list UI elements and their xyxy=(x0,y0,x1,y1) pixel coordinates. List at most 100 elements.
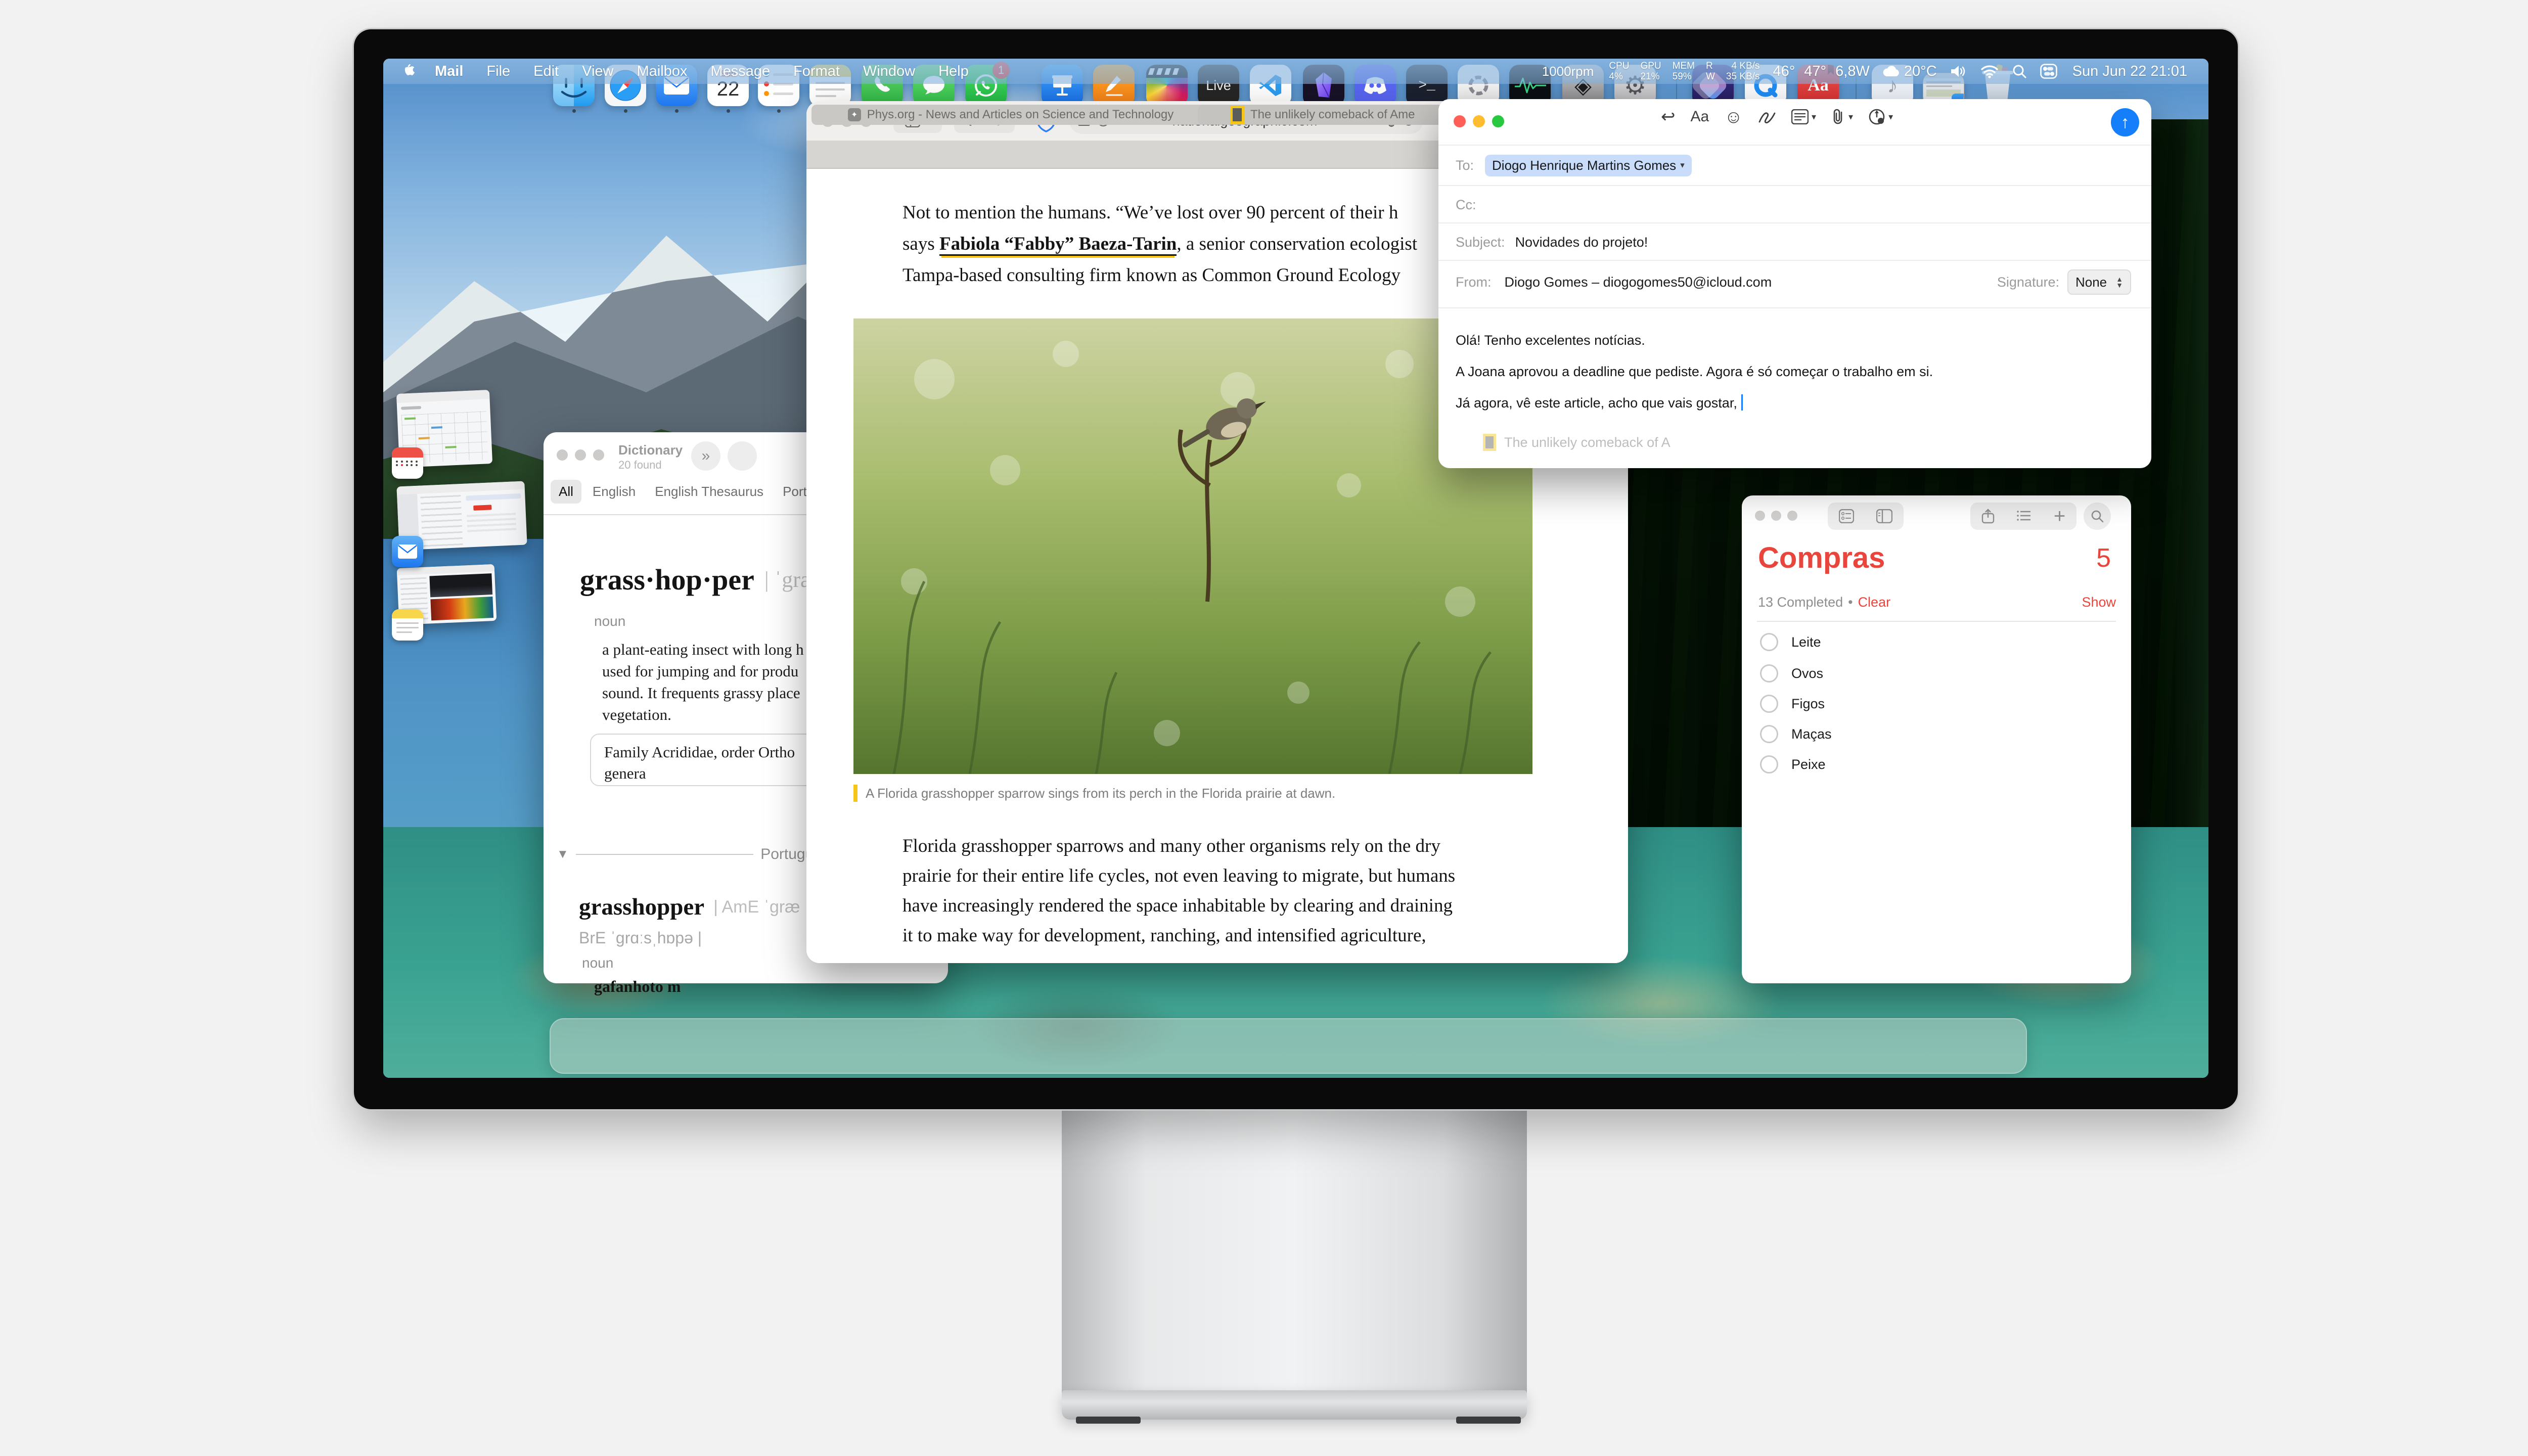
dictionary-close-button[interactable] xyxy=(557,449,568,461)
send-later-icon[interactable]: ▾ xyxy=(1868,108,1893,125)
menu-clock[interactable]: Sun Jun 22 21:01 xyxy=(2072,63,2187,80)
dictionary-pron-ame: | AmE ˈgræ xyxy=(713,897,800,917)
status-mem[interactable]: MEM59% xyxy=(1673,61,1695,82)
mail-zoom-button[interactable] xyxy=(1492,115,1504,127)
send-button[interactable]: ↑ xyxy=(2111,108,2139,136)
markup-icon[interactable] xyxy=(1758,109,1776,125)
dictionary-pos2: noun xyxy=(582,955,613,971)
article-link[interactable]: Fabiola “Fabby” Baeza-Tarin xyxy=(939,234,1177,256)
to-field[interactable]: To: Diogo Henrique Martins Gomes▾ xyxy=(1456,152,1692,179)
signature-label: Signature: xyxy=(1997,275,2059,290)
notes-mini-icon[interactable] xyxy=(392,609,423,641)
list-view-icon[interactable] xyxy=(1839,509,1854,523)
recipient-token[interactable]: Diogo Henrique Martins Gomes▾ xyxy=(1485,155,1692,176)
menu-help[interactable]: Help xyxy=(938,63,969,80)
reminder-checkbox[interactable] xyxy=(1760,664,1778,682)
clear-button[interactable]: Clear xyxy=(1858,595,1891,610)
emoji-icon[interactable]: ☺ xyxy=(1724,106,1743,127)
mail-close-button[interactable] xyxy=(1454,115,1466,127)
mail-compose-window: ↩ Aa ☺ ▾ ▾ ▾ ↑ To: Diogo Henrique Martin… xyxy=(1438,99,2151,468)
wifi-icon[interactable] xyxy=(1980,64,1999,78)
natgeo-favicon xyxy=(1483,434,1496,451)
reminder-item[interactable]: Peixe xyxy=(1760,755,1826,774)
tab-physorg[interactable]: ✦ Phys.org - News and Articles on Scienc… xyxy=(811,105,1210,125)
reminders-zoom-button[interactable] xyxy=(1787,511,1797,521)
share-icon[interactable] xyxy=(1981,509,1995,524)
status-temp1[interactable]: 46° xyxy=(1773,63,1795,80)
sort-list-icon[interactable] xyxy=(2016,510,2032,523)
dictionary-minimize-button[interactable] xyxy=(575,449,586,461)
dictionary-tab-english[interactable]: English xyxy=(584,480,644,504)
reminder-checkbox[interactable] xyxy=(1760,755,1778,774)
control-center-icon[interactable] xyxy=(2040,64,2057,79)
section-collapse-triangle[interactable]: ▼ xyxy=(557,847,569,861)
undo-icon[interactable]: ↩ xyxy=(1661,107,1676,127)
status-weather-temp[interactable]: 20°C xyxy=(1904,63,1937,80)
column-view-icon[interactable] xyxy=(1876,509,1892,523)
menu-file[interactable]: File xyxy=(486,63,510,80)
dictionary-tab-thesaurus[interactable]: English Thesaurus xyxy=(647,480,772,504)
menu-message[interactable]: Message xyxy=(710,63,770,80)
menu-edit[interactable]: Edit xyxy=(533,63,559,80)
calendar-mini-icon[interactable] xyxy=(392,447,423,479)
menu-format[interactable]: Format xyxy=(793,63,840,80)
menu-mailbox[interactable]: Mailbox xyxy=(637,63,687,80)
reminder-checkbox[interactable] xyxy=(1760,725,1778,743)
article-paragraph-line: Florida grasshopper sparrows and many ot… xyxy=(902,831,1628,861)
reminder-item[interactable]: Maças xyxy=(1760,725,1832,743)
reminder-item[interactable]: Figos xyxy=(1760,695,1825,713)
reminders-minimize-button[interactable] xyxy=(1771,511,1781,521)
reminder-item[interactable]: Ovos xyxy=(1760,664,1823,682)
list-title: Compras xyxy=(1758,541,1885,575)
dictionary-prev-button[interactable] xyxy=(728,441,757,471)
menu-window[interactable]: Window xyxy=(863,63,915,80)
status-disk[interactable]: RW xyxy=(1706,61,1715,82)
dock xyxy=(550,1018,2027,1074)
weather-cloud-icon[interactable] xyxy=(1882,65,1900,78)
status-cpu[interactable]: CPU4% xyxy=(1609,61,1629,82)
show-button[interactable]: Show xyxy=(2082,595,2116,610)
status-network[interactable]: 4 KB/s35 KB/s xyxy=(1726,61,1760,82)
reminder-item[interactable]: Leite xyxy=(1760,633,1821,651)
list-style-icon[interactable]: ▾ xyxy=(1791,109,1816,124)
format-text-icon[interactable]: Aa xyxy=(1691,108,1709,125)
dictionary-zoom-button[interactable] xyxy=(593,449,604,461)
status-fan-speed[interactable]: 1000rpm xyxy=(1542,64,1594,79)
reminder-checkbox[interactable] xyxy=(1760,633,1778,651)
dictionary-headword2: grasshopper xyxy=(579,893,704,921)
stand-foot-right xyxy=(1456,1417,1521,1424)
article-paragraph-line: prairie for their entire life cycles, no… xyxy=(902,861,1628,891)
reminders-close-button[interactable] xyxy=(1755,511,1765,521)
mail-minimize-button[interactable] xyxy=(1473,115,1485,127)
apple-menu-icon[interactable] xyxy=(401,64,415,79)
status-temp2[interactable]: 47° xyxy=(1804,63,1826,80)
dictionary-next-button[interactable]: » xyxy=(691,441,720,471)
from-field[interactable]: From: Diogo Gomes – diogogomes50@icloud.… xyxy=(1456,267,1772,297)
menu-bar: Mail File Edit View Mailbox Message Form… xyxy=(383,59,2208,84)
volume-icon[interactable] xyxy=(1950,64,1967,78)
dictionary-found-count: 20 found xyxy=(618,459,662,472)
add-reminder-icon[interactable]: + xyxy=(2054,505,2065,528)
dictionary-tab-all[interactable]: All xyxy=(551,480,581,504)
mail-mini-icon[interactable] xyxy=(392,536,423,567)
subject-field[interactable]: Subject: Novidades do projeto! xyxy=(1456,230,1648,255)
menu-mail[interactable]: Mail xyxy=(435,63,463,80)
dictionary-pos: noun xyxy=(594,613,625,629)
dragged-link-preview[interactable]: The unlikely comeback of A xyxy=(1483,434,1671,451)
search-button[interactable] xyxy=(2084,503,2111,530)
cc-field[interactable]: Cc: xyxy=(1456,192,1476,217)
reminder-checkbox[interactable] xyxy=(1760,695,1778,713)
definition-line: vegetation. xyxy=(602,704,804,725)
signature-dropdown[interactable]: None ▲▼ xyxy=(2067,269,2131,295)
caption-accent-bar xyxy=(853,785,857,802)
completed-count: 13 Completed xyxy=(1758,595,1843,610)
article-paragraph-line: it to make way for development, ranching… xyxy=(902,921,1628,950)
mail-body[interactable]: Olá! Tenho excelentes notícias. A Joana … xyxy=(1456,325,2131,419)
attach-icon[interactable]: ▾ xyxy=(1831,108,1853,125)
desktop-screen: Mail File Edit View Mailbox Message Form… xyxy=(383,59,2208,1078)
status-gpu[interactable]: GPU21% xyxy=(1640,61,1661,82)
menu-view[interactable]: View xyxy=(582,63,613,80)
status-power[interactable]: 6,8W xyxy=(1835,63,1870,80)
natgeo-favicon xyxy=(1230,106,1244,124)
spotlight-search-icon[interactable] xyxy=(2012,64,2027,79)
